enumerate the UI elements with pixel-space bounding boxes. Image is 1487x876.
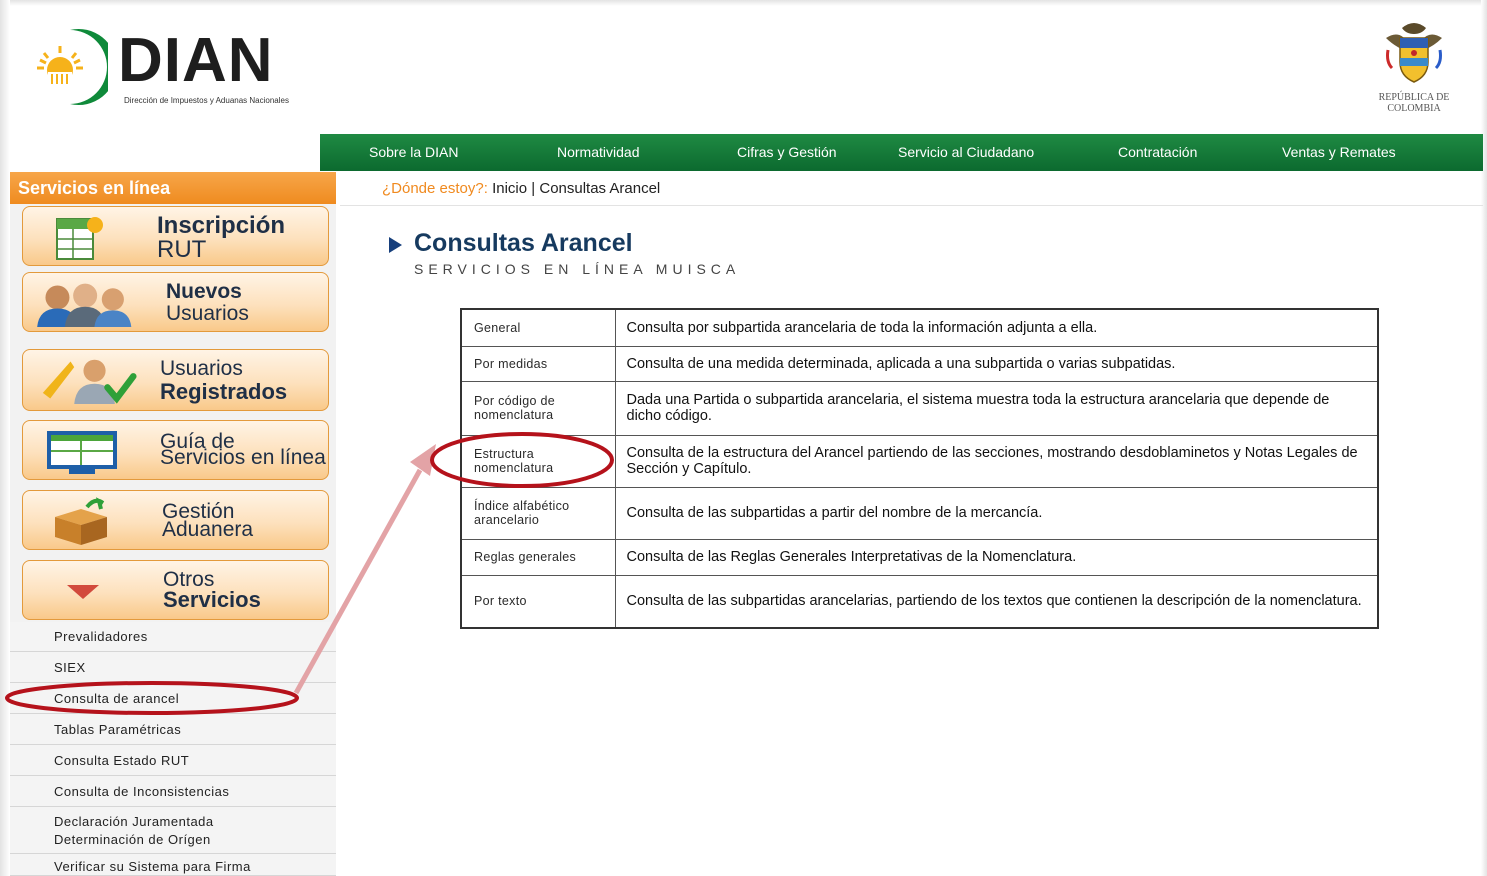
consulta-description: Consulta por subpartida arancelaria de t…	[614, 308, 1379, 347]
consulta-link-reglas[interactable]: Reglas generales	[460, 538, 616, 576]
consulta-link-por-texto[interactable]: Por texto	[460, 574, 616, 629]
button-label-2: Registrados	[160, 379, 288, 404]
table-row: General Consulta por subpartida arancela…	[460, 308, 1379, 347]
menu-verificar-firma[interactable]: Verificar su Sistema para Firma	[10, 854, 336, 876]
coat-of-arms-icon	[1386, 23, 1442, 83]
menu-siex[interactable]: SIEX	[10, 652, 336, 683]
consulta-description: Consulta de las subpartidas arancelarias…	[614, 574, 1379, 629]
sun-logo-icon	[37, 29, 108, 105]
page: DIAN Dirección de Impuestos y Aduanas Na…	[0, 0, 1487, 876]
nav-sobre-la-dian[interactable]: Sobre la DIAN	[369, 144, 458, 160]
table-row: Índice alfabético arancelario Consulta d…	[460, 486, 1379, 540]
nav-ventas-remates[interactable]: Ventas y Remates	[1282, 144, 1396, 160]
breadcrumb-current: Consultas Arancel	[539, 180, 661, 197]
page-title: Consultas Arancel	[414, 229, 633, 257]
nav-normatividad[interactable]: Normatividad	[557, 144, 639, 160]
form-icon	[56, 217, 103, 260]
consulta-link-estructura[interactable]: Estructura nomenclatura	[460, 434, 616, 488]
button-label-2: Usuarios	[166, 302, 249, 325]
table-row: Reglas generales Consulta de las Reglas …	[460, 538, 1379, 576]
brand-subtitle: Dirección de Impuestos y Aduanas Naciona…	[124, 96, 289, 105]
annotation-arrowhead	[410, 444, 436, 476]
consulta-description: Dada una Partida o subpartida arancelari…	[614, 380, 1379, 436]
divider	[340, 205, 1483, 206]
button-label-1: Inscripción	[157, 212, 286, 239]
button-label-2: Servicios	[163, 587, 261, 612]
usuarios-registrados-button[interactable]: Usuarios Registrados	[22, 349, 329, 411]
button-label-2: RUT	[157, 236, 207, 263]
consulta-link-por-codigo[interactable]: Por código de nomenclatura	[460, 380, 616, 436]
nav-cifras-gestion[interactable]: Cifras y Gestión	[737, 144, 837, 160]
nuevos-usuarios-button[interactable]: Nuevos Usuarios	[22, 272, 329, 332]
registered-user-icon	[42, 359, 137, 404]
table-row: Por código de nomenclatura Dada una Part…	[460, 380, 1379, 436]
consulta-link-por-medidas[interactable]: Por medidas	[460, 345, 616, 382]
breadcrumb-label: ¿Dónde estoy?:	[382, 180, 488, 197]
brand-name: DIAN	[118, 26, 274, 95]
table-row: Por texto Consulta de las subpartidas ar…	[460, 574, 1379, 629]
button-label-1: Usuarios	[160, 357, 243, 380]
menu-consulta-inconsistencias[interactable]: Consulta de Inconsistencias	[10, 776, 336, 807]
page-shadow	[0, 0, 10, 876]
consulta-description: Consulta de las Reglas Generales Interpr…	[614, 538, 1379, 576]
button-label-1: Nuevos	[166, 280, 242, 303]
consultas-table: General Consulta por subpartida arancela…	[460, 308, 1379, 629]
guia-servicios-button[interactable]: Guía de Servicios en línea	[22, 420, 329, 480]
breadcrumb: ¿Dónde estoy?: Inicio | Consultas Arance…	[382, 180, 660, 197]
dian-logo[interactable]: DIAN Dirección de Impuestos y Aduanas Na…	[26, 26, 326, 114]
monitor-icon	[47, 431, 117, 474]
menu-declaracion-juramentada[interactable]: Declaración Juramentada Determinación de…	[10, 807, 336, 854]
country-label-1: REPÚBLICA DE	[1378, 92, 1450, 103]
page-shadow	[1481, 0, 1487, 876]
button-label-2: Aduanera	[162, 518, 254, 541]
consulta-link-indice[interactable]: Índice alfabético arancelario	[460, 486, 616, 540]
menu-tablas-parametricas[interactable]: Tablas Paramétricas	[10, 714, 336, 745]
nav-servicio-ciudadano[interactable]: Servicio al Ciudadano	[898, 144, 1034, 160]
arrow-right-icon	[389, 237, 402, 253]
menu-prevalidadores[interactable]: Prevalidadores	[10, 622, 336, 652]
package-icon	[55, 497, 107, 545]
page-shadow	[0, 0, 1487, 6]
coat-of-arms: REPÚBLICA DE COLOMBIA	[1360, 20, 1468, 120]
nav-contratacion[interactable]: Contratación	[1118, 144, 1197, 160]
menu-consulta-estado-rut[interactable]: Consulta Estado RUT	[10, 745, 336, 776]
breadcrumb-home[interactable]: Inicio	[492, 180, 527, 197]
main-nav: Sobre la DIAN Normatividad Cifras y Gest…	[320, 134, 1483, 171]
consulta-description: Consulta de una medida determinada, apli…	[614, 345, 1379, 382]
sidebar-buttons: Inscripción RUT Nuevos Usuarios Usuarios…	[10, 204, 336, 622]
consulta-link-general[interactable]: General	[460, 308, 616, 347]
page-subtitle: SERVICIOS EN LÍNEA MUISCA	[414, 261, 741, 277]
menu-consulta-arancel[interactable]: Consulta de arancel	[10, 683, 336, 714]
country-label-2: COLOMBIA	[1387, 103, 1441, 114]
button-label-2: Servicios en línea	[160, 446, 326, 469]
sidebar-header: Servicios en línea	[10, 172, 336, 204]
triangle-down-icon	[67, 585, 99, 599]
breadcrumb-separator: |	[531, 180, 536, 197]
inscripcion-rut-button[interactable]: Inscripción RUT	[22, 206, 329, 266]
gestion-aduanera-button[interactable]: Gestión Aduanera	[22, 490, 329, 550]
table-row: Estructura nomenclatura Consulta de la e…	[460, 434, 1379, 488]
otros-servicios-button[interactable]: Otros Servicios	[22, 560, 329, 620]
users-icon	[37, 283, 132, 327]
consulta-description: Consulta de las subpartidas a partir del…	[614, 486, 1379, 540]
table-row: Por medidas Consulta de una medida deter…	[460, 345, 1379, 382]
consulta-description: Consulta de la estructura del Arancel pa…	[614, 434, 1379, 488]
